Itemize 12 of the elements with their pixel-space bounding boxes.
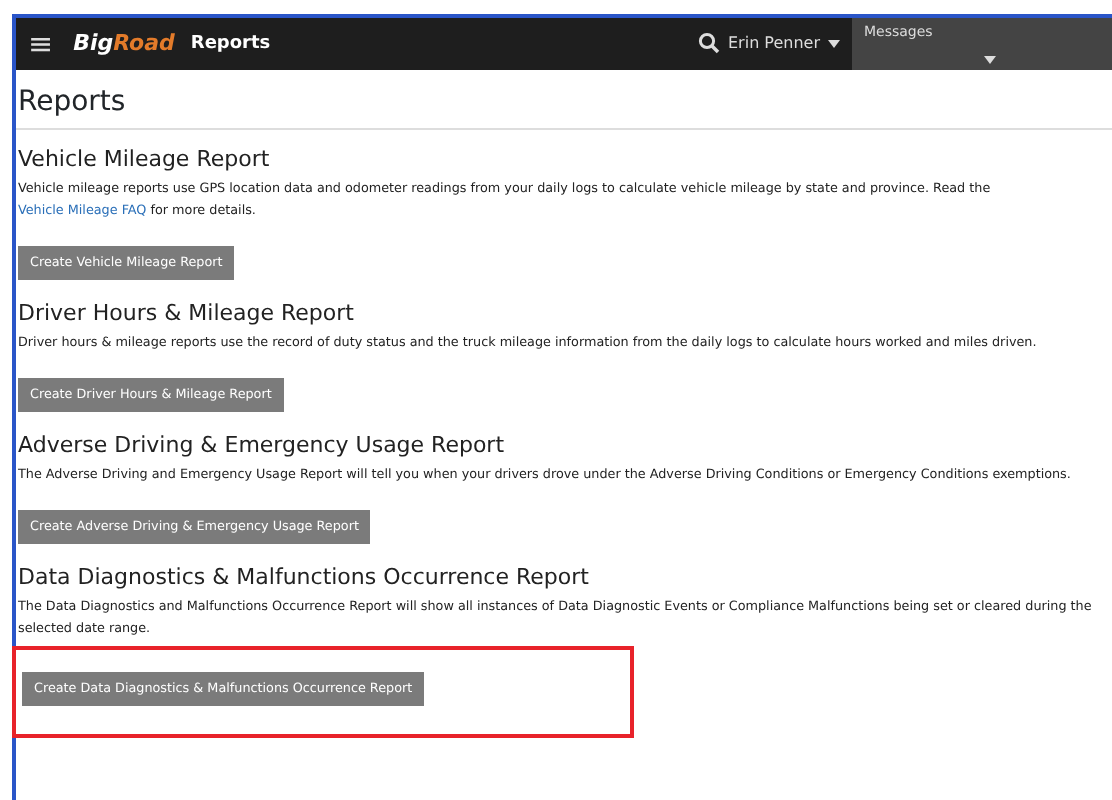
menu-icon[interactable]: ≡ <box>16 18 66 70</box>
section-heading: Driver Hours & Mileage Report <box>18 299 356 326</box>
caret-icon <box>828 40 840 48</box>
section-heading: Data Diagnostics & Malfunctions Occurrence Report <box>18 563 591 590</box>
caret-icon <box>984 56 996 64</box>
search-icon[interactable] <box>698 32 720 54</box>
section-heading: Vehicle Mileage Report <box>18 145 272 172</box>
page-title: Reports <box>16 70 1112 130</box>
user-menu[interactable]: Erin Penner <box>728 18 852 70</box>
logo[interactable]: BigRoad <box>65 18 191 70</box>
section-heading: Adverse Driving & Emergency Usage Report <box>18 431 507 458</box>
app-title: Reports <box>190 32 271 58</box>
